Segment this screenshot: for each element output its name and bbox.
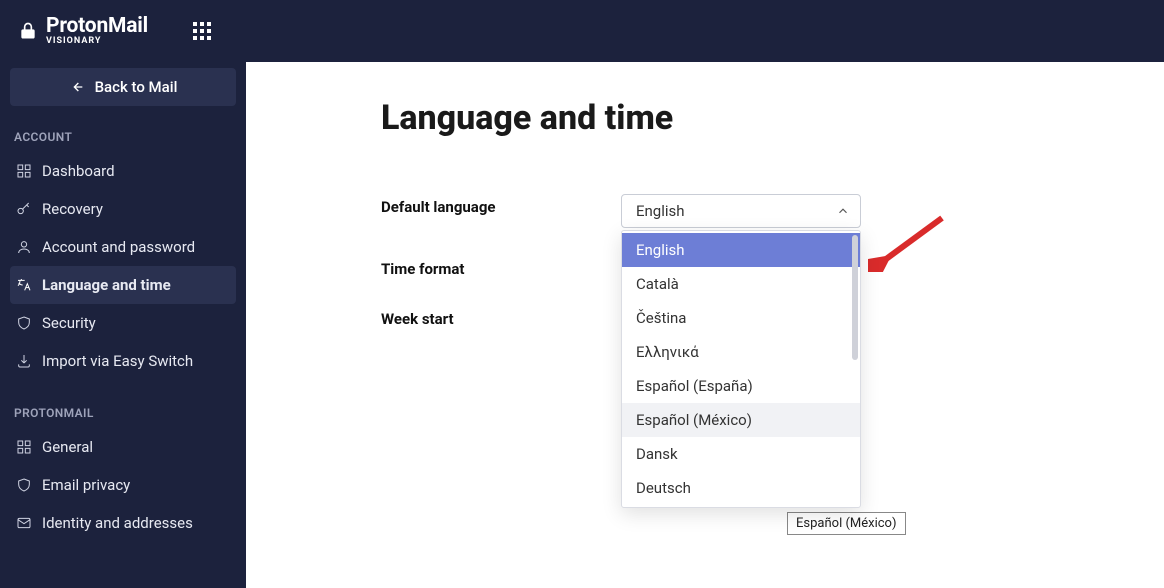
sidebar-item-label: Account and password	[42, 238, 195, 256]
sidebar-item-identity[interactable]: Identity and addresses	[10, 504, 236, 542]
brand-logo: ProtonMail VISIONARY	[18, 16, 148, 46]
sidebar-item-label: Import via Easy Switch	[42, 352, 193, 370]
language-select[interactable]: English	[621, 194, 861, 228]
nav-group-account: ACCOUNT Dashboard Recovery Account and p…	[10, 122, 236, 380]
apps-grid-icon	[193, 22, 211, 40]
content-area: Language and time Default language Engli…	[246, 62, 1164, 588]
language-select-value: English	[636, 202, 685, 220]
dropdown-scrollbar[interactable]	[852, 235, 858, 360]
sidebar-item-general[interactable]: General	[10, 428, 236, 466]
import-icon	[16, 353, 32, 369]
shield-icon	[16, 477, 32, 493]
language-option[interactable]: Deutsch	[622, 471, 860, 505]
sidebar-item-label: Email privacy	[42, 476, 130, 494]
nav-group-title-protonmail: PROTONMAIL	[10, 398, 236, 428]
language-option[interactable]: Dansk	[622, 437, 860, 471]
lock-icon	[18, 21, 38, 41]
arrow-left-icon	[69, 79, 85, 95]
language-option[interactable]: Català	[622, 267, 860, 301]
language-dropdown[interactable]: English Català Čeština Ελληνικά Español …	[621, 230, 861, 508]
sidebar-item-security[interactable]: Security	[10, 304, 236, 342]
brand-tier: VISIONARY	[46, 37, 148, 46]
sidebar-item-recovery[interactable]: Recovery	[10, 190, 236, 228]
page-title: Language and time	[381, 98, 1094, 138]
sidebar-item-label: Language and time	[42, 276, 171, 294]
back-to-mail-label: Back to Mail	[95, 78, 178, 96]
user-icon	[16, 239, 32, 255]
language-option[interactable]: English	[622, 233, 860, 267]
grid-icon	[16, 439, 32, 455]
hover-tooltip: Español (México)	[787, 512, 906, 535]
envelope-icon	[16, 515, 32, 531]
sidebar-item-label: General	[42, 438, 93, 456]
sidebar-item-language-time[interactable]: Language and time	[10, 266, 236, 304]
nav-group-title-account: ACCOUNT	[10, 122, 236, 152]
sidebar-item-label: Recovery	[42, 200, 103, 218]
language-option[interactable]: Čeština	[622, 301, 860, 335]
brand-name: ProtonMail	[46, 16, 148, 37]
sidebar-item-dashboard[interactable]: Dashboard	[10, 152, 236, 190]
back-to-mail-button[interactable]: Back to Mail	[10, 68, 236, 106]
apps-grid-button[interactable]	[188, 17, 216, 45]
setting-label-default-language: Default language	[381, 194, 621, 216]
sidebar-item-label: Dashboard	[42, 162, 115, 180]
language-select-wrap: English English Català Čeština Ελληνικά …	[621, 194, 861, 228]
sidebar-item-label: Identity and addresses	[42, 514, 193, 532]
nav-group-protonmail: PROTONMAIL General Email privacy Identit…	[10, 398, 236, 542]
setting-row-default-language: Default language English English Català …	[381, 194, 1094, 228]
shield-icon	[16, 315, 32, 331]
language-dropdown-inner: English Català Čeština Ελληνικά Español …	[622, 233, 860, 505]
sidebar-item-email-privacy[interactable]: Email privacy	[10, 466, 236, 504]
language-option[interactable]: Ελληνικά	[622, 335, 860, 369]
setting-label-week-start: Week start	[381, 306, 621, 328]
key-icon	[16, 201, 32, 217]
sidebar-item-import[interactable]: Import via Easy Switch	[10, 342, 236, 380]
sidebar: Back to Mail ACCOUNT Dashboard Recovery …	[0, 62, 246, 588]
language-option[interactable]: Español (México)	[622, 403, 860, 437]
language-option[interactable]: Español (España)	[622, 369, 860, 403]
translate-icon	[16, 277, 32, 293]
sidebar-item-label: Security	[42, 314, 96, 332]
topbar: ProtonMail VISIONARY	[0, 0, 1164, 62]
sidebar-item-account-password[interactable]: Account and password	[10, 228, 236, 266]
setting-label-time-format: Time format	[381, 256, 621, 278]
chevron-up-icon	[836, 204, 850, 218]
dashboard-icon	[16, 163, 32, 179]
